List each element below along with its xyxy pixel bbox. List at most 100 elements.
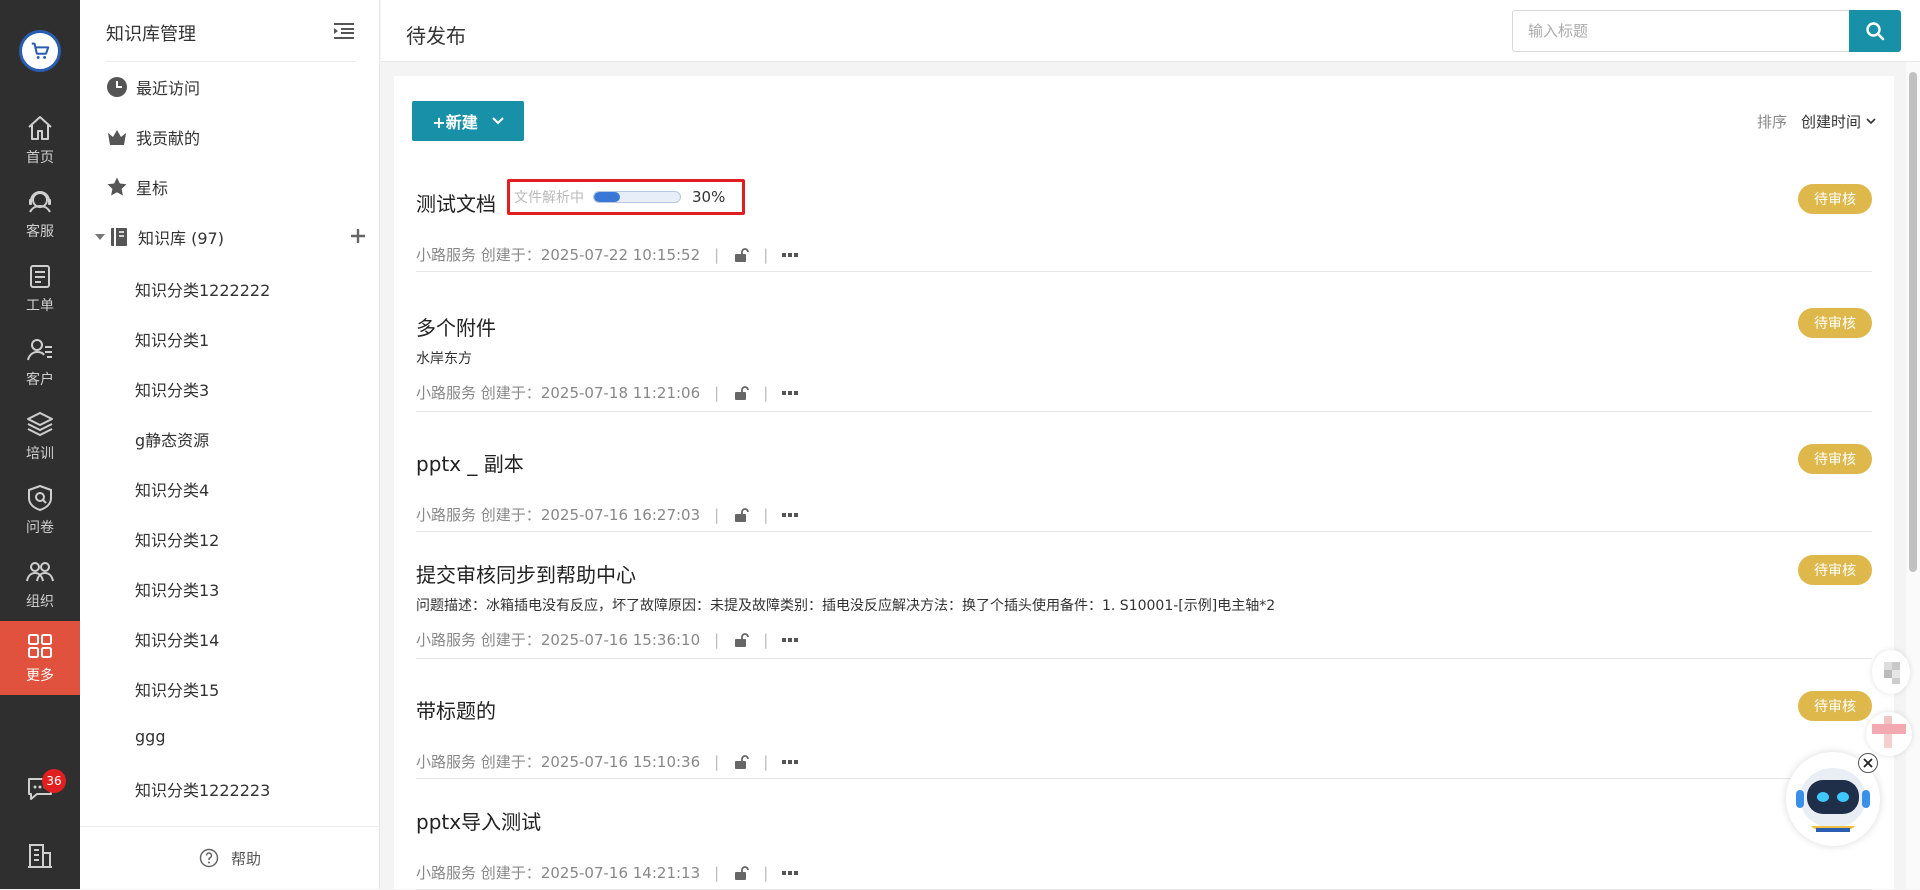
category-item[interactable]: ggg <box>135 727 165 746</box>
document-row[interactable]: pptx _ 副本 小路服务 创建于： 2025-07-16 16:27:03 | | 待… <box>416 444 1872 532</box>
status-badge-pending-review[interactable]: 待审核 <box>1798 555 1872 585</box>
created-prefix: 创建于： <box>480 506 541 524</box>
unlock-icon[interactable] <box>733 385 750 400</box>
sort-field-value: 创建时间 <box>1800 112 1861 131</box>
document-title[interactable]: pptx导入测试 <box>416 806 541 835</box>
status-badge-pending-review[interactable]: 待审核 <box>1798 444 1872 474</box>
floating-widget-bottom[interactable] <box>1866 712 1912 756</box>
sort-control: 排序 创建时间 <box>1757 101 1876 141</box>
unlock-icon[interactable] <box>733 247 750 262</box>
title-search-input[interactable] <box>1512 10 1849 52</box>
document-description: 问题描述：冰箱插电没有反应，坏了故障原因：未提及故障类别：插电没反应解决方法：换… <box>416 598 1276 614</box>
document-meta: 小路服务 创建于： 2025-07-18 11:21:06 | | <box>416 382 799 403</box>
document-row[interactable]: pptx导入测试 小路服务 创建于： 2025-07-16 14:21:13 | | <box>416 806 1872 890</box>
grid-icon <box>28 634 52 658</box>
document-row[interactable]: 带标题的 小路服务 创建于： 2025-07-16 15:10:36 | | 待审核 <box>416 691 1872 779</box>
document-title[interactable]: pptx _ 副本 <box>416 448 524 477</box>
sort-field-dropdown[interactable]: 创建时间 <box>1801 111 1876 132</box>
category-item[interactable]: 知识分类1222222 <box>135 277 270 301</box>
created-time: 2025-07-16 14:21:13 <box>540 863 701 882</box>
rail-item-organization[interactable]: 组织 <box>0 547 80 621</box>
created-prefix: 创建于： <box>480 631 541 649</box>
more-actions-icon[interactable] <box>782 252 799 257</box>
document-row[interactable]: 提交审核同步到帮助中心问题描述：冰箱插电没有反应，坏了故障原因：未提及故障类别：… <box>416 555 1872 659</box>
close-assistant-button[interactable] <box>1858 753 1878 773</box>
document-author: 小路服务 <box>416 246 477 264</box>
message-count-badge: 36 <box>42 769 66 793</box>
caret-down-icon[interactable] <box>94 226 106 248</box>
category-item[interactable]: 知识分类14 <box>135 627 219 651</box>
clock-icon <box>107 77 127 97</box>
rail-label: 问卷 <box>26 520 54 536</box>
category-item[interactable]: 知识分类1222223 <box>135 777 270 801</box>
rail-item-customers[interactable]: 客户 <box>0 325 80 399</box>
category-item[interactable]: 知识分类13 <box>135 577 219 601</box>
organization-icon <box>26 562 54 582</box>
document-author: 小路服务 <box>416 506 477 524</box>
rail-item-more[interactable]: 更多 <box>0 621 80 695</box>
new-button-label: +新建 <box>432 113 478 132</box>
rail-label: 客服 <box>26 224 54 240</box>
rail-item-tickets[interactable]: 工单 <box>0 251 80 325</box>
rail-item-enterprise[interactable] <box>0 830 80 886</box>
new-document-button[interactable]: +新建 <box>412 101 524 141</box>
more-actions-icon[interactable] <box>782 637 799 642</box>
created-time: 2025-07-16 15:36:10 <box>540 630 701 649</box>
category-item[interactable]: g静态资源 <box>135 427 209 451</box>
category-item[interactable]: 知识分类1 <box>135 327 209 351</box>
rail-item-messages[interactable] <box>0 760 80 820</box>
document-title[interactable]: 多个附件 <box>416 312 496 341</box>
meta-divider: | <box>763 630 769 649</box>
document-title[interactable]: 测试文档 <box>416 188 496 217</box>
help-circle-icon <box>199 848 219 868</box>
document-row[interactable]: 测试文档 文件解析中 30% 小路服务 创建于： 2025-07-22 10:15:52… <box>416 179 1872 272</box>
star-icon <box>107 177 127 196</box>
more-actions-icon[interactable] <box>782 759 799 764</box>
meta-divider: | <box>763 752 769 771</box>
help-button[interactable]: 帮助 <box>80 826 380 889</box>
status-badge-pending-review[interactable]: 待审核 <box>1798 308 1872 338</box>
rail-item-service[interactable]: 客服 <box>0 177 80 251</box>
rail-item-training[interactable]: 培训 <box>0 399 80 473</box>
document-title[interactable]: 带标题的 <box>416 695 496 724</box>
add-category-icon[interactable] <box>350 228 366 244</box>
unlock-icon[interactable] <box>733 632 750 647</box>
unlock-icon[interactable] <box>733 754 750 769</box>
sort-label: 排序 <box>1756 112 1787 131</box>
status-badge-pending-review[interactable]: 待审核 <box>1798 184 1872 214</box>
nav-contributed-label: 我贡献的 <box>136 129 201 148</box>
nav-recent[interactable]: 最近访问 <box>106 75 200 99</box>
document-row[interactable]: 多个附件 水岸东方 小路服务 创建于： 2025-07-18 11:21:06 | | 待审… <box>416 308 1872 412</box>
category-item[interactable]: 知识分类12 <box>135 527 219 551</box>
nav-starred[interactable]: 星标 <box>106 175 168 199</box>
scrollbar-thumb[interactable] <box>1909 72 1917 572</box>
nav-contributed[interactable]: 我贡献的 <box>106 125 200 149</box>
building-icon <box>28 844 52 868</box>
unlock-icon[interactable] <box>733 865 750 880</box>
meta-divider: | <box>714 863 720 882</box>
rail-item-survey[interactable]: 问卷 <box>0 473 80 547</box>
category-item[interactable]: 知识分类15 <box>135 677 219 701</box>
panel-title: 知识库管理 <box>106 24 196 45</box>
nav-recent-label: 最近访问 <box>136 79 201 98</box>
rail-item-home[interactable]: 首页 <box>0 103 80 177</box>
more-actions-icon[interactable] <box>782 870 799 875</box>
more-actions-icon[interactable] <box>782 512 799 517</box>
layers-icon <box>27 412 53 436</box>
created-prefix: 创建于： <box>480 753 541 771</box>
floating-widget-top[interactable] <box>1872 650 1910 694</box>
category-item[interactable]: 知识分类4 <box>135 477 209 501</box>
search-button[interactable] <box>1849 10 1901 52</box>
document-title[interactable]: 提交审核同步到帮助中心 <box>416 559 636 588</box>
document-author: 小路服务 <box>416 631 477 649</box>
shopping-cart-logo-icon[interactable] <box>19 30 61 72</box>
created-prefix: 创建于： <box>480 384 541 402</box>
page-scrollbar[interactable] <box>1906 62 1920 889</box>
nav-knowledge-base[interactable]: 知识库 (97) <box>94 225 224 249</box>
category-item[interactable]: 知识分类3 <box>135 377 209 401</box>
unlock-icon[interactable] <box>733 507 750 522</box>
collapse-menu-icon[interactable] <box>333 22 355 40</box>
parsing-progress-bar <box>593 191 681 203</box>
more-actions-icon[interactable] <box>782 390 799 395</box>
status-badge-pending-review[interactable]: 待审核 <box>1798 691 1872 721</box>
